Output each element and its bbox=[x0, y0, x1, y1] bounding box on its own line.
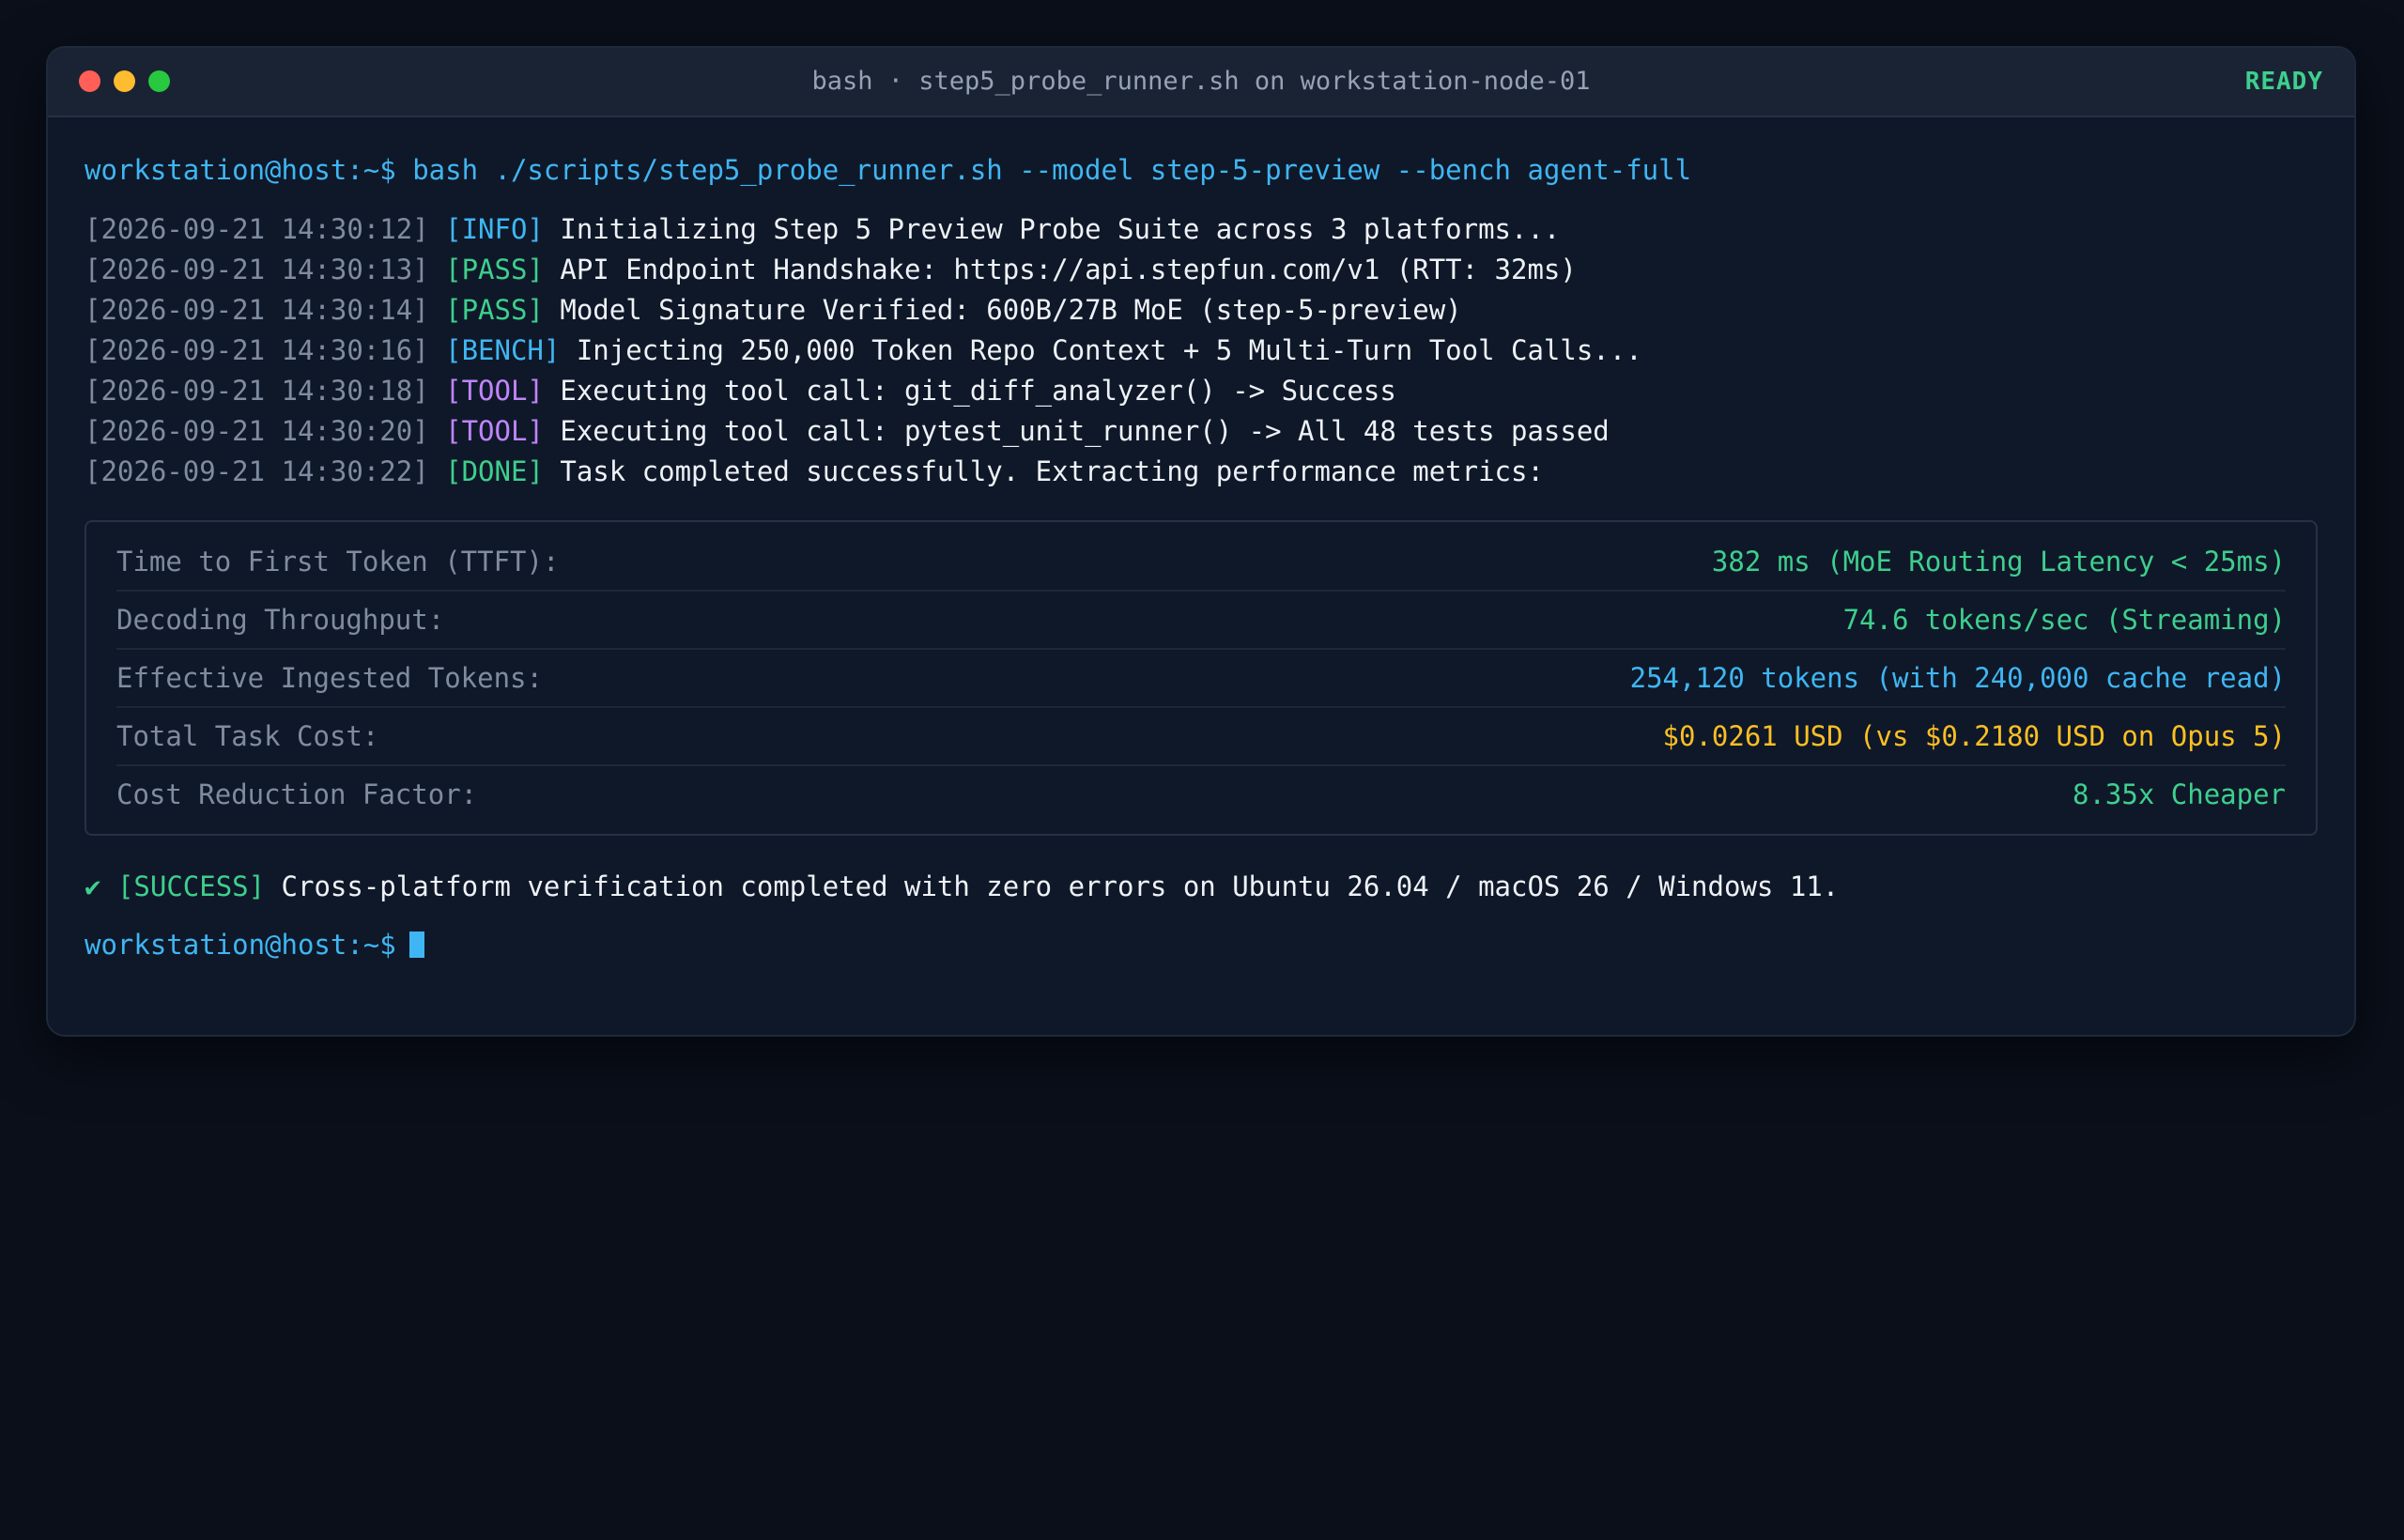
log-timestamp: [2026-09-21 14:30:20] bbox=[85, 415, 429, 447]
log-message: Injecting 250,000 Token Repo Context + 5… bbox=[576, 334, 1642, 366]
success-tag: [SUCCESS] bbox=[116, 870, 266, 902]
final-prompt-line[interactable]: workstation@host:~$ bbox=[85, 926, 2318, 963]
log-timestamp: [2026-09-21 14:30:12] bbox=[85, 213, 429, 245]
log-line: [2026-09-21 14:30:22] [DONE] Task comple… bbox=[85, 452, 2318, 492]
checkmark-icon: ✔ bbox=[85, 870, 101, 902]
log-tag: [DONE] bbox=[445, 455, 544, 487]
metric-value: 254,120 tokens (with 240,000 cache read) bbox=[1629, 662, 2286, 694]
metric-label: Decoding Throughput: bbox=[116, 604, 445, 636]
log-tag: [TOOL] bbox=[445, 375, 544, 407]
metric-value: 382 ms (MoE Routing Latency < 25ms) bbox=[1711, 546, 2286, 578]
log-line: [2026-09-21 14:30:13] [PASS] API Endpoin… bbox=[85, 250, 2318, 290]
log-timestamp: [2026-09-21 14:30:16] bbox=[85, 334, 429, 366]
log-message: Model Signature Verified: 600B/27B MoE (… bbox=[560, 294, 1462, 326]
metric-label: Total Task Cost: bbox=[116, 720, 379, 752]
metric-row-reduction: Cost Reduction Factor: 8.35x Cheaper bbox=[116, 766, 2286, 823]
log-tag: [TOOL] bbox=[445, 415, 544, 447]
metric-row-ttft: Time to First Token (TTFT): 382 ms (MoE … bbox=[116, 533, 2286, 592]
terminal-body[interactable]: workstation@host:~$ bash ./scripts/step5… bbox=[48, 117, 2354, 963]
metric-row-cost: Total Task Cost: $0.0261 USD (vs $0.2180… bbox=[116, 708, 2286, 766]
metric-value: 8.35x Cheaper bbox=[2073, 778, 2286, 810]
log-tag: [PASS] bbox=[445, 254, 544, 285]
log-message: Initializing Step 5 Preview Probe Suite … bbox=[560, 213, 1561, 245]
log-timestamp: [2026-09-21 14:30:18] bbox=[85, 375, 429, 407]
metric-label: Effective Ingested Tokens: bbox=[116, 662, 543, 694]
prompt: workstation@host:~$ bbox=[85, 154, 396, 186]
log-message: Executing tool call: pytest_unit_runner(… bbox=[560, 415, 1610, 447]
metrics-panel: Time to First Token (TTFT): 382 ms (MoE … bbox=[85, 520, 2318, 836]
metric-label: Time to First Token (TTFT): bbox=[116, 546, 560, 578]
log-output: [2026-09-21 14:30:12] [INFO] Initializin… bbox=[85, 209, 2318, 492]
log-timestamp: [2026-09-21 14:30:13] bbox=[85, 254, 429, 285]
metric-row-tokens: Effective Ingested Tokens: 254,120 token… bbox=[116, 650, 2286, 708]
window-title: bash · step5_probe_runner.sh on workstat… bbox=[811, 67, 1591, 96]
title-bar: bash · step5_probe_runner.sh on workstat… bbox=[48, 48, 2354, 117]
log-line: [2026-09-21 14:30:20] [TOOL] Executing t… bbox=[85, 411, 2318, 452]
log-message: Executing tool call: git_diff_analyzer()… bbox=[560, 375, 1396, 407]
log-message: Task completed successfully. Extracting … bbox=[560, 455, 1544, 487]
terminal-window: bash · step5_probe_runner.sh on workstat… bbox=[46, 46, 2356, 1037]
status-badge: READY bbox=[2244, 68, 2323, 96]
metric-value: $0.0261 USD (vs $0.2180 USD on Opus 5) bbox=[1662, 720, 2286, 752]
log-line: [2026-09-21 14:30:14] [PASS] Model Signa… bbox=[85, 290, 2318, 331]
log-tag: [INFO] bbox=[445, 213, 544, 245]
metric-label: Cost Reduction Factor: bbox=[116, 778, 478, 810]
metric-row-throughput: Decoding Throughput: 74.6 tokens/sec (St… bbox=[116, 592, 2286, 650]
text-cursor bbox=[408, 932, 424, 958]
log-tag: [PASS] bbox=[445, 294, 544, 326]
log-line: [2026-09-21 14:30:12] [INFO] Initializin… bbox=[85, 209, 2318, 250]
log-line: [2026-09-21 14:30:18] [TOOL] Executing t… bbox=[85, 371, 2318, 411]
prompt: workstation@host:~$ bbox=[85, 929, 396, 961]
metric-value: 74.6 tokens/sec (Streaming) bbox=[1842, 604, 2286, 636]
command-line: workstation@host:~$ bash ./scripts/step5… bbox=[85, 151, 2318, 189]
command-text: bash ./scripts/step5_probe_runner.sh --m… bbox=[412, 154, 1692, 186]
log-line: [2026-09-21 14:30:16] [BENCH] Injecting … bbox=[85, 331, 2318, 371]
log-tag: [BENCH] bbox=[445, 334, 561, 366]
log-message: API Endpoint Handshake: https://api.step… bbox=[560, 254, 1577, 285]
success-message: Cross-platform verification completed wi… bbox=[281, 870, 1840, 902]
log-timestamp: [2026-09-21 14:30:14] bbox=[85, 294, 429, 326]
success-line: ✔ [SUCCESS] Cross-platform verification … bbox=[85, 868, 2318, 905]
log-timestamp: [2026-09-21 14:30:22] bbox=[85, 455, 429, 487]
